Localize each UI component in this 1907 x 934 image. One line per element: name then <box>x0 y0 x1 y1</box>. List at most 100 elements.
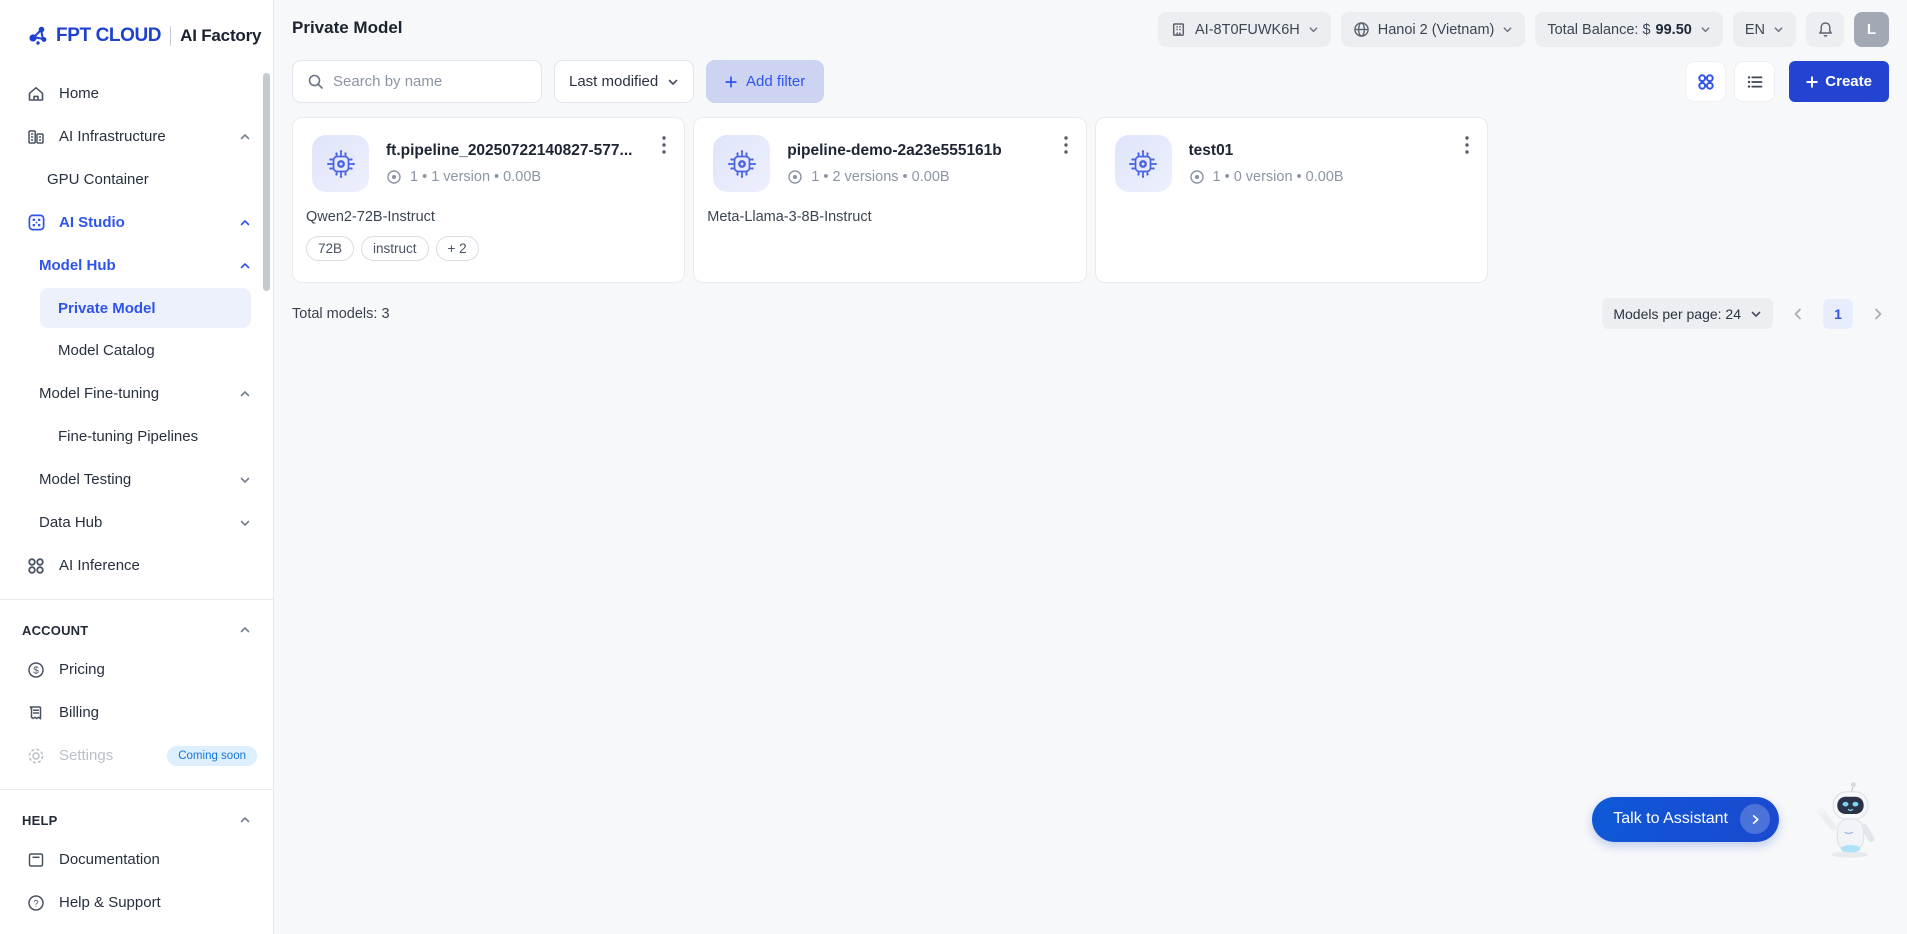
question-circle-icon: ? <box>26 893 46 913</box>
previous-page-button[interactable] <box>1787 303 1809 325</box>
sidebar-item-label: Fine-tuning Pipelines <box>58 428 198 445</box>
sidebar-divider <box>0 789 273 790</box>
model-chip-icon <box>1115 135 1172 192</box>
help-section-header[interactable]: HELP <box>0 802 273 838</box>
sidebar-item-ai-infrastructure[interactable]: AI Infrastructure <box>0 115 273 158</box>
sidebar-item-label: Private Model <box>58 300 156 317</box>
sidebar-item-model-fine-tuning[interactable]: Model Fine-tuning <box>0 372 273 415</box>
arrow-right-icon <box>1740 804 1770 834</box>
model-card[interactable]: pipeline-demo-2a23e555161b 1 • 2 version… <box>693 117 1086 283</box>
infrastructure-icon <box>26 127 46 147</box>
per-page-dropdown[interactable]: Models per page: 24 <box>1602 298 1773 329</box>
language-code: EN <box>1745 22 1765 38</box>
sidebar-item-settings: Settings Coming soon <box>0 734 273 777</box>
chevron-down-icon <box>1700 24 1711 35</box>
talk-to-assistant-button[interactable]: Talk to Assistant <box>1592 797 1779 842</box>
sidebar-item-label: Documentation <box>59 851 160 868</box>
search-box[interactable] <box>292 60 542 103</box>
svg-text:$: $ <box>33 665 39 676</box>
views-icon <box>787 169 803 185</box>
sort-value: Last modified <box>569 73 658 90</box>
model-stats: 1 • 2 versions • 0.00B <box>811 169 949 185</box>
sidebar-item-private-model[interactable]: Private Model <box>40 288 251 328</box>
model-card[interactable]: test01 1 • 0 version • 0.00B <box>1095 117 1488 283</box>
chevron-up-icon <box>239 260 251 272</box>
sidebar-item-label: AI Inference <box>59 557 140 574</box>
tag-row: 72B instruct + 2 <box>306 236 672 261</box>
notifications-button[interactable] <box>1806 12 1844 47</box>
brand-name: FPT CLOUD <box>56 25 161 47</box>
model-chip-icon <box>312 135 369 192</box>
building-icon <box>1170 21 1187 38</box>
sidebar-scrollbar[interactable] <box>263 73 270 291</box>
sidebar-item-home[interactable]: Home <box>0 72 273 115</box>
sidebar-item-label: Model Hub <box>39 257 116 274</box>
account-section-header[interactable]: ACCOUNT <box>0 612 273 648</box>
sidebar-item-label: Model Catalog <box>58 342 155 359</box>
top-bar: Private Model AI-8T0FUWK6H Hanoi 2 (Viet… <box>292 12 1889 47</box>
ai-inference-icon <box>26 556 46 576</box>
chevron-down-icon <box>1773 24 1784 35</box>
globe-icon <box>1353 21 1370 38</box>
sidebar-item-data-hub[interactable]: Data Hub <box>0 501 273 544</box>
sidebar-item-model-catalog[interactable]: Model Catalog <box>0 329 273 372</box>
sidebar-item-model-testing[interactable]: Model Testing <box>0 458 273 501</box>
assistant-robot-mascot[interactable] <box>1815 776 1881 862</box>
grid-view-toggle[interactable] <box>1685 61 1726 102</box>
chevron-down-icon <box>667 76 679 88</box>
region-selector[interactable]: Hanoi 2 (Vietnam) <box>1341 12 1526 47</box>
sidebar-item-documentation[interactable]: Documentation <box>0 838 273 881</box>
sidebar-item-pricing[interactable]: $ Pricing <box>0 648 273 691</box>
list-view-toggle[interactable] <box>1734 61 1775 102</box>
gear-icon <box>26 746 46 766</box>
model-name: ft.pipeline_20250722140827-577... <box>386 142 672 160</box>
create-label: Create <box>1825 73 1872 90</box>
model-card-grid: ft.pipeline_20250722140827-577... 1 • 1 … <box>292 117 1889 283</box>
base-model-name: Qwen2-72B-Instruct <box>306 209 672 225</box>
kebab-menu-icon[interactable] <box>1461 134 1473 156</box>
sidebar: FPT CLOUD AI Factory Home AI Infrastruct… <box>0 0 274 934</box>
search-input[interactable] <box>333 73 532 90</box>
sidebar-item-label: AI Studio <box>59 214 125 231</box>
workspace-selector[interactable]: AI-8T0FUWK6H <box>1158 12 1331 47</box>
next-page-button[interactable] <box>1867 303 1889 325</box>
region-name: Hanoi 2 (Vietnam) <box>1378 22 1495 38</box>
fpt-molecule-logo-icon <box>26 24 50 48</box>
avatar-initial: L <box>1867 21 1876 38</box>
topbar-chips: AI-8T0FUWK6H Hanoi 2 (Vietnam) Total Bal… <box>1158 12 1889 47</box>
sort-dropdown[interactable]: Last modified <box>554 60 694 103</box>
grid-view-icon <box>1696 72 1716 92</box>
model-card[interactable]: ft.pipeline_20250722140827-577... 1 • 1 … <box>292 117 685 283</box>
brand-logo[interactable]: FPT CLOUD AI Factory <box>0 20 273 52</box>
plus-icon <box>1806 76 1818 88</box>
add-filter-button[interactable]: Add filter <box>706 60 824 103</box>
workspace-id: AI-8T0FUWK6H <box>1195 22 1300 38</box>
svg-text:?: ? <box>33 898 38 909</box>
sidebar-item-label: Model Testing <box>39 471 131 488</box>
sidebar-nav: Home AI Infrastructure GPU Container AI … <box>0 72 273 587</box>
kebab-menu-icon[interactable] <box>1060 134 1072 156</box>
create-button[interactable]: Create <box>1789 61 1889 102</box>
sidebar-item-billing[interactable]: Billing <box>0 691 273 734</box>
sidebar-item-gpu-container[interactable]: GPU Container <box>0 158 273 201</box>
per-page-label: Models per page: 24 <box>1613 306 1741 322</box>
sidebar-item-label: Pricing <box>59 661 105 678</box>
page-number[interactable]: 1 <box>1823 299 1853 329</box>
total-models-label: Total models: 3 <box>292 306 390 322</box>
kebab-menu-icon[interactable] <box>658 134 670 156</box>
language-selector[interactable]: EN <box>1733 12 1796 47</box>
model-tag: 72B <box>306 236 354 261</box>
sidebar-item-model-hub[interactable]: Model Hub <box>0 244 273 287</box>
user-avatar[interactable]: L <box>1854 12 1889 47</box>
section-header-label: ACCOUNT <box>22 623 88 638</box>
chevron-up-icon <box>239 624 251 636</box>
controls-row: Last modified Add filter Create <box>292 60 1889 103</box>
sidebar-item-ai-studio[interactable]: AI Studio <box>0 201 273 244</box>
sidebar-item-fine-tuning-pipelines[interactable]: Fine-tuning Pipelines <box>0 415 273 458</box>
chevron-down-icon <box>1502 24 1513 35</box>
sidebar-divider <box>0 599 273 600</box>
sidebar-item-ai-inference[interactable]: AI Inference <box>0 544 273 587</box>
sidebar-item-help-support[interactable]: ? Help & Support <box>0 881 273 924</box>
balance-selector[interactable]: Total Balance: $ 99.50 <box>1535 12 1722 47</box>
billing-icon <box>26 703 46 723</box>
